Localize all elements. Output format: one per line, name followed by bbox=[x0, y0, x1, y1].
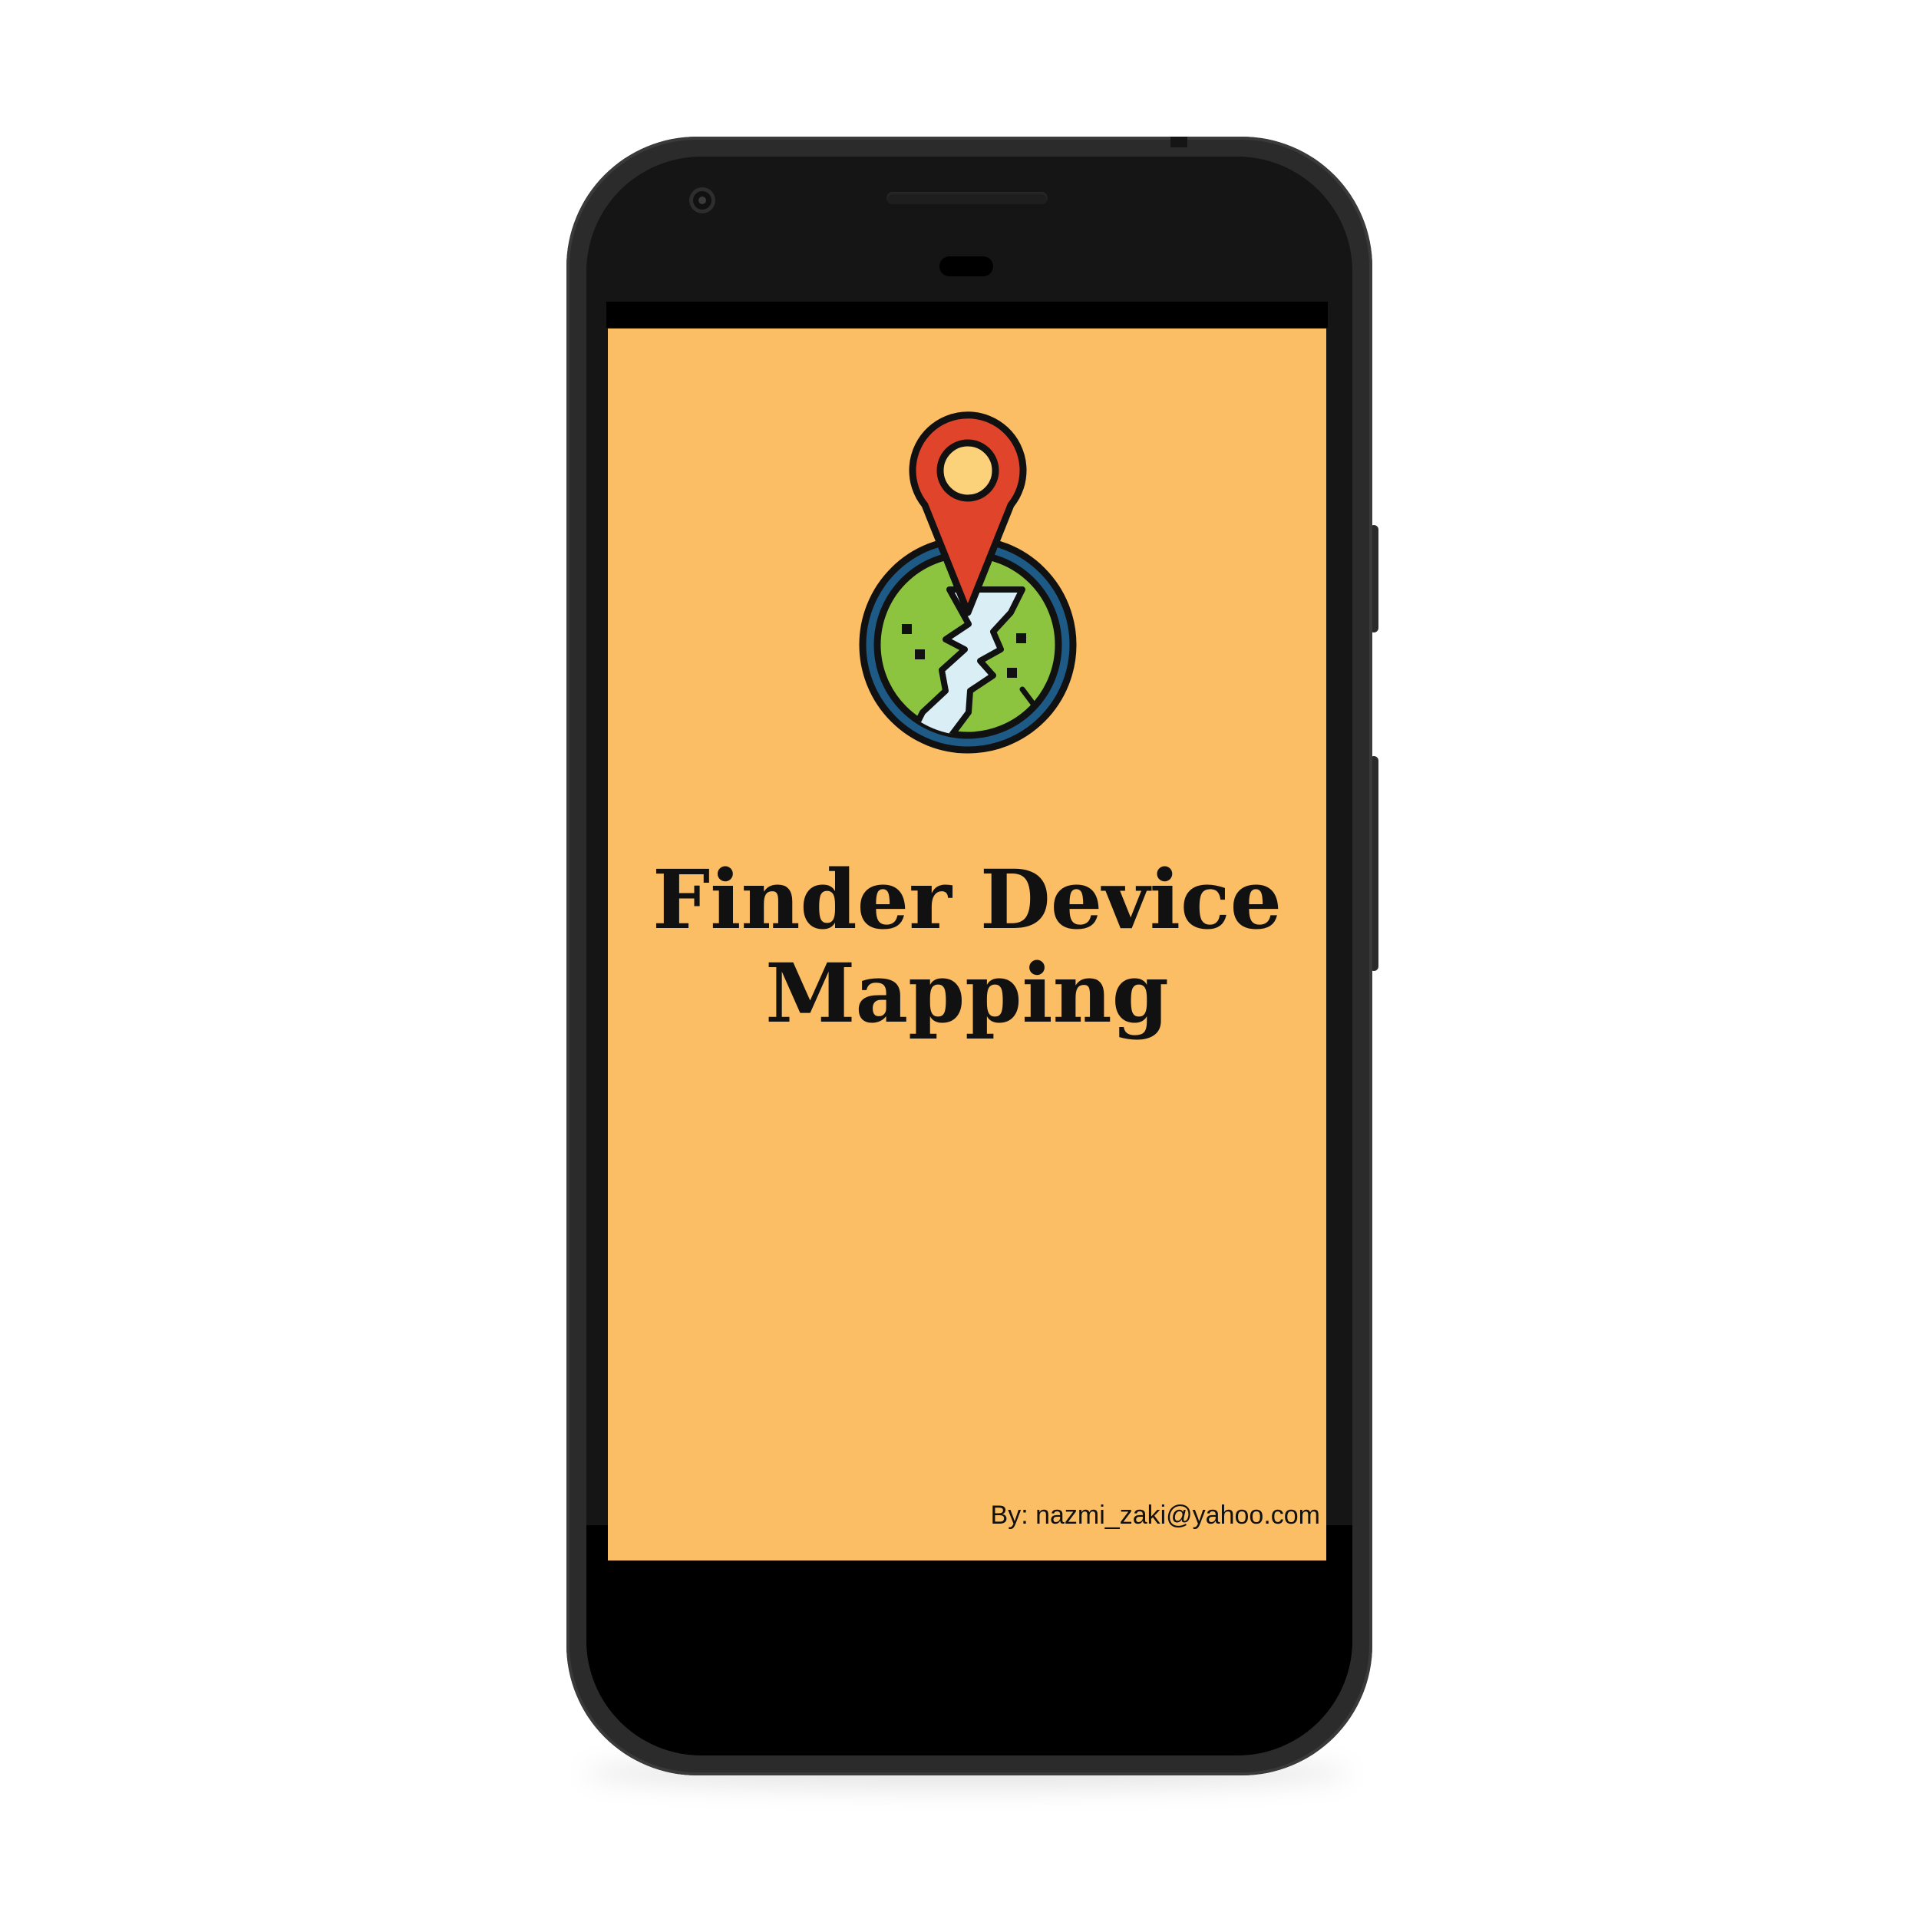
land-marker bbox=[1007, 668, 1017, 678]
land-marker bbox=[902, 624, 912, 634]
app-title: Finder Device Mapping bbox=[608, 853, 1326, 1040]
phone-top-seam bbox=[1170, 137, 1187, 147]
app-title-line1: Finder Device bbox=[652, 851, 1283, 947]
app-title-line2: Mapping bbox=[765, 945, 1169, 1041]
front-camera-icon bbox=[689, 187, 715, 213]
land-marker bbox=[915, 649, 925, 659]
earpiece-speaker bbox=[886, 192, 1048, 204]
land-marker bbox=[1016, 633, 1026, 643]
status-bar bbox=[606, 302, 1328, 328]
author-credit: By: nazmi_zaki@yahoo.com bbox=[990, 1501, 1320, 1530]
proximity-sensor bbox=[939, 256, 993, 276]
splash-screen: Finder Device Mapping By: nazmi_zaki@yah… bbox=[608, 329, 1326, 1560]
map-pin-globe-icon bbox=[792, 405, 1142, 755]
app-logo-svg bbox=[859, 411, 1077, 754]
map-pin-center bbox=[936, 439, 999, 502]
